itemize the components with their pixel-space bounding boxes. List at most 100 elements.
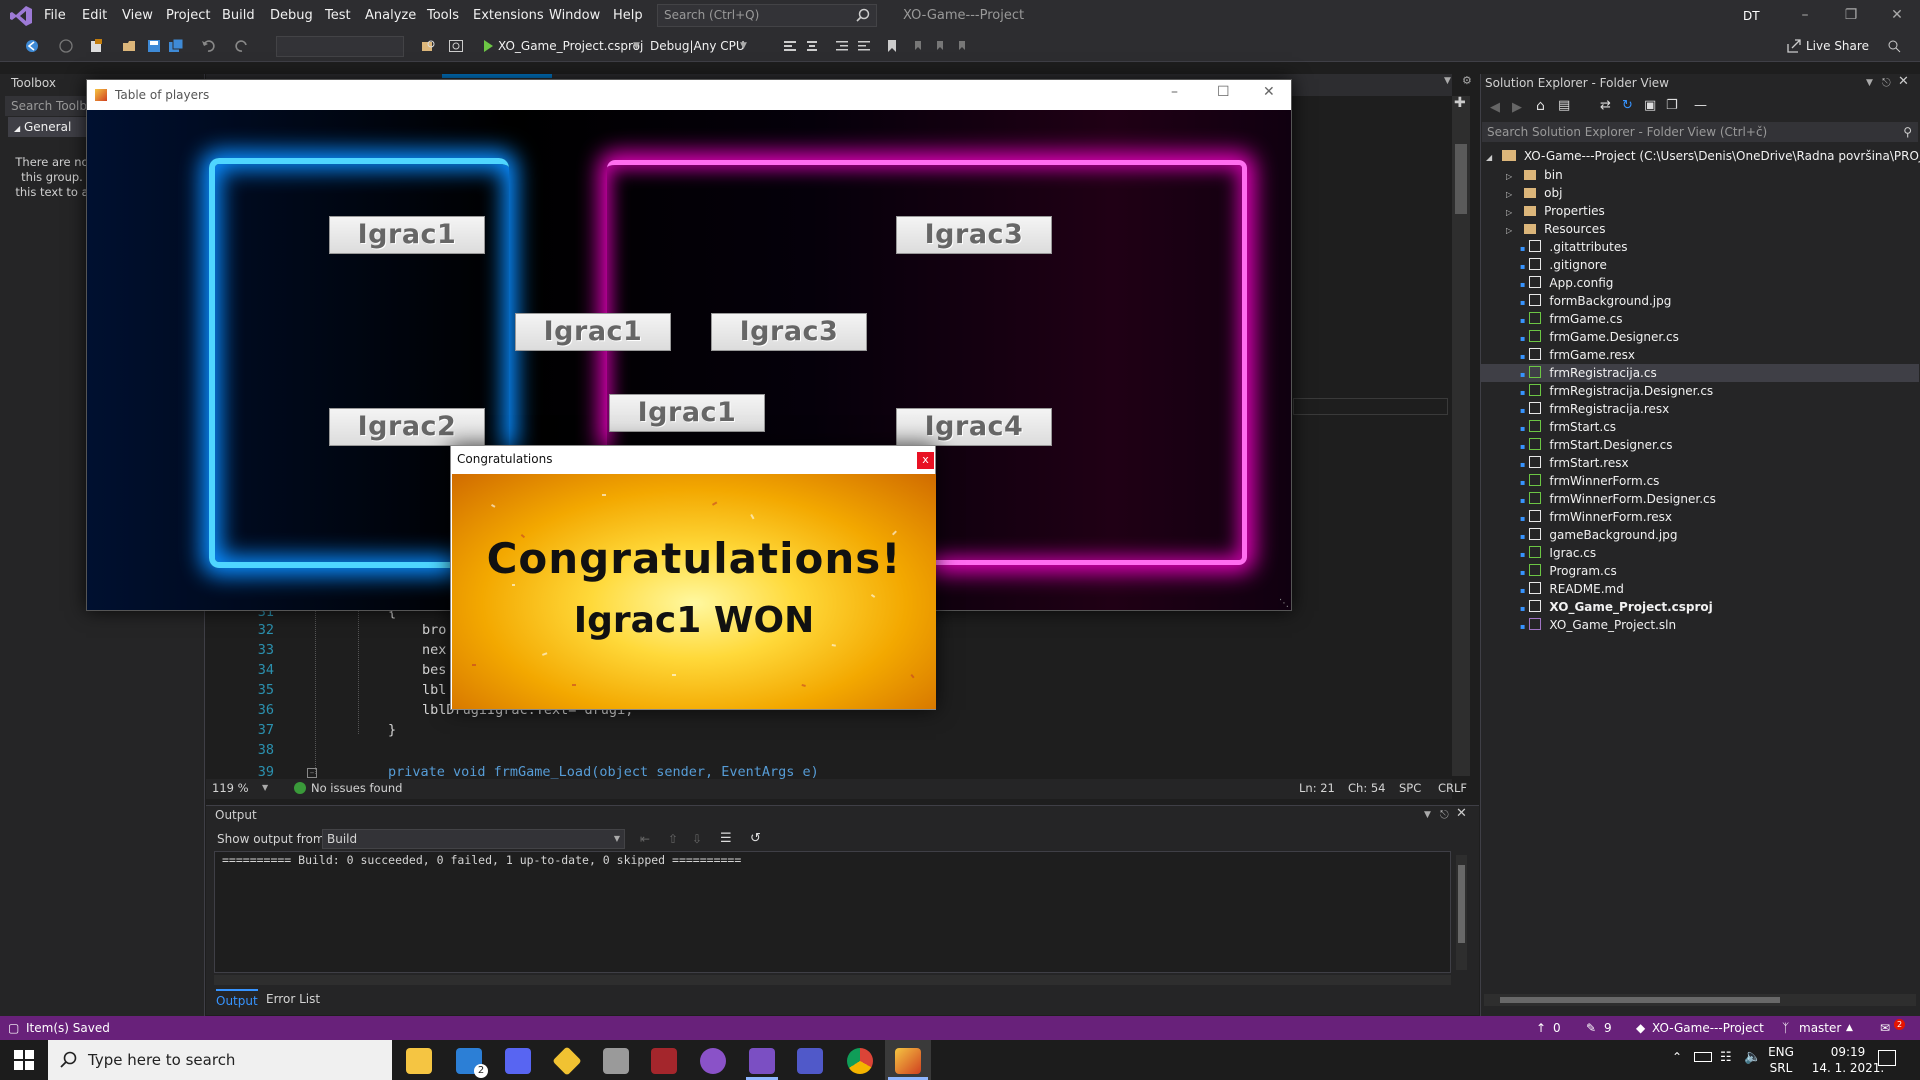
indent-icon[interactable] bbox=[856, 38, 872, 54]
align-center-icon[interactable] bbox=[804, 38, 820, 54]
taskbar-search-input[interactable]: Type here to search bbox=[48, 1040, 392, 1080]
tree-item[interactable]: ▷ Properties bbox=[1506, 202, 1605, 220]
branch-name[interactable]: master bbox=[1799, 1016, 1841, 1040]
database-icon[interactable] bbox=[603, 1048, 629, 1074]
configuration-dropdown-icon[interactable]: ▼ bbox=[740, 31, 747, 62]
whitespace-mode[interactable]: SPC bbox=[1399, 781, 1421, 795]
menu-test[interactable]: Test bbox=[319, 0, 357, 31]
save-all-icon[interactable] bbox=[168, 38, 184, 54]
editor-scroll-thumb[interactable] bbox=[1455, 144, 1467, 214]
tray-chevron-icon[interactable]: ⌃ bbox=[1672, 1050, 1682, 1064]
restore-icon[interactable]: ❐ bbox=[1828, 0, 1874, 31]
se-close-icon[interactable]: ✕ bbox=[1898, 74, 1909, 89]
show-all-files-icon[interactable]: ❐ bbox=[1666, 98, 1678, 113]
tree-item[interactable]: ▷ bin bbox=[1506, 166, 1563, 184]
repository-name[interactable]: XO-Game---Project bbox=[1652, 1016, 1764, 1040]
bookmark-icon[interactable] bbox=[884, 38, 900, 54]
clear-bookmarks-icon[interactable] bbox=[954, 38, 970, 54]
tree-item[interactable]: ▪ frmRegistracija.Designer.cs bbox=[1520, 382, 1713, 400]
battery-icon[interactable] bbox=[1694, 1052, 1712, 1062]
find-message-icon[interactable]: ⇤ bbox=[640, 832, 650, 846]
tree-item[interactable]: ▪ frmGame.cs bbox=[1520, 310, 1622, 328]
tree-item[interactable]: ▷ Resources bbox=[1506, 220, 1605, 238]
menu-view[interactable]: View bbox=[116, 0, 159, 31]
open-file-icon[interactable] bbox=[122, 38, 138, 54]
se-back-icon[interactable]: ◀ bbox=[1490, 100, 1500, 115]
tree-item[interactable]: ▪ frmWinnerForm.cs bbox=[1520, 472, 1659, 490]
teams-icon[interactable] bbox=[797, 1048, 823, 1074]
tree-item[interactable]: ▪ formBackground.jpg bbox=[1520, 292, 1671, 310]
se-pin-icon[interactable]: ⎋ bbox=[1882, 76, 1891, 90]
player-label[interactable]: Igrac4 bbox=[896, 408, 1052, 446]
line-ending-mode[interactable]: CRLF bbox=[1438, 781, 1467, 795]
split-view-icon[interactable]: ✚ bbox=[1454, 95, 1466, 111]
start-project-dropdown-icon[interactable]: ▼ bbox=[633, 31, 640, 62]
undo-icon[interactable] bbox=[200, 38, 216, 54]
switch-views-icon[interactable]: ▤ bbox=[1558, 98, 1570, 113]
tree-item[interactable]: ▪ frmStart.cs bbox=[1520, 418, 1616, 436]
menu-help[interactable]: Help bbox=[607, 0, 649, 31]
zoom-dropdown-icon[interactable]: ▼ bbox=[262, 783, 268, 792]
screenshot-icon[interactable] bbox=[448, 38, 464, 54]
properties-icon[interactable]: — bbox=[1694, 98, 1707, 113]
tree-item[interactable]: ▪ .gitignore bbox=[1520, 256, 1607, 274]
expand-triangle-icon[interactable]: ▷ bbox=[1506, 226, 1512, 235]
player-label[interactable]: Igrac1 bbox=[609, 394, 765, 432]
tab-output[interactable]: Output bbox=[216, 989, 258, 1009]
output-text-area[interactable] bbox=[214, 851, 1451, 973]
home-icon[interactable]: ⌂ bbox=[1536, 98, 1545, 114]
tree-item[interactable]: ▪ frmWinnerForm.Designer.cs bbox=[1520, 490, 1716, 508]
menu-tools[interactable]: Tools bbox=[421, 0, 465, 31]
active-tab-indicator[interactable] bbox=[442, 74, 552, 78]
tree-item[interactable]: ▪ Program.cs bbox=[1520, 562, 1617, 580]
gear-icon[interactable]: ⚙ bbox=[1462, 74, 1472, 87]
file-explorer-icon[interactable] bbox=[406, 1048, 432, 1074]
back-icon[interactable] bbox=[24, 38, 40, 54]
forward-icon[interactable] bbox=[58, 38, 74, 54]
app-circle-icon[interactable] bbox=[700, 1048, 726, 1074]
unpushed-count[interactable]: 0 bbox=[1553, 1016, 1561, 1040]
tree-item[interactable]: ▪ XO_Game_Project.csproj bbox=[1520, 598, 1713, 616]
issues-status[interactable]: No issues found bbox=[311, 781, 402, 795]
word-wrap-icon[interactable]: ↺ bbox=[750, 831, 761, 846]
output-horizontal-scrollbar[interactable] bbox=[214, 975, 1451, 985]
zoom-level[interactable]: 119 % bbox=[212, 781, 249, 795]
next-message-icon[interactable]: ⇩ bbox=[692, 832, 702, 846]
tree-item[interactable]: ▪ .gitattributes bbox=[1520, 238, 1628, 256]
visual-studio-logo-icon[interactable] bbox=[10, 6, 32, 26]
search-input[interactable]: Search (Ctrl+Q) bbox=[657, 4, 877, 27]
code-line[interactable]: nex bbox=[422, 640, 446, 660]
chrome-icon[interactable] bbox=[847, 1048, 873, 1074]
tree-item[interactable]: ▪ frmWinnerForm.resx bbox=[1520, 508, 1672, 526]
live-share-button[interactable]: Live Share bbox=[1806, 31, 1869, 62]
start-project-label[interactable]: XO_Game_Project.csproj bbox=[498, 31, 643, 62]
code-line[interactable]: bes bbox=[422, 660, 446, 680]
output-dropdown-icon[interactable]: ▼ bbox=[1424, 810, 1431, 820]
tree-item[interactable]: ▪ Igrac.cs bbox=[1520, 544, 1596, 562]
close-icon[interactable]: ✕ bbox=[1874, 0, 1920, 31]
new-project-icon[interactable] bbox=[88, 38, 104, 54]
collapse-box-icon[interactable]: – bbox=[307, 768, 317, 778]
tree-item[interactable]: ▷ obj bbox=[1506, 184, 1562, 202]
menu-debug[interactable]: Debug bbox=[264, 0, 319, 31]
configuration-combo[interactable]: Debug|Any CPU bbox=[650, 31, 745, 62]
windows-start-icon[interactable] bbox=[14, 1050, 34, 1070]
align-left-icon[interactable] bbox=[782, 38, 798, 54]
prev-bookmark-icon[interactable] bbox=[910, 38, 926, 54]
player-label[interactable]: Igrac1 bbox=[329, 216, 485, 254]
tab-error-list[interactable]: Error List bbox=[266, 989, 320, 1009]
visual-studio-taskbar-icon[interactable] bbox=[749, 1048, 775, 1074]
game-window-titlebar[interactable]: Table of players – ☐ ✕ bbox=[87, 80, 1291, 110]
player-label[interactable]: Igrac3 bbox=[896, 216, 1052, 254]
menu-file[interactable]: File bbox=[38, 0, 72, 31]
menu-extensions[interactable]: Extensions bbox=[467, 0, 550, 31]
tree-item[interactable]: ▪ App.config bbox=[1520, 274, 1613, 292]
tree-item[interactable]: ▪ frmGame.resx bbox=[1520, 346, 1635, 364]
code-line[interactable]: } bbox=[388, 720, 396, 740]
game-minimize-icon[interactable]: – bbox=[1171, 84, 1178, 100]
volume-icon[interactable]: 🔈 bbox=[1744, 1049, 1761, 1065]
output-close-icon[interactable]: ✕ bbox=[1456, 806, 1467, 821]
tab-dropdown-icon[interactable]: ▼ bbox=[1444, 76, 1451, 86]
se-search-input[interactable]: Search Solution Explorer - Folder View (… bbox=[1482, 122, 1918, 142]
resize-grip-icon[interactable]: ⋱ bbox=[1279, 598, 1289, 609]
